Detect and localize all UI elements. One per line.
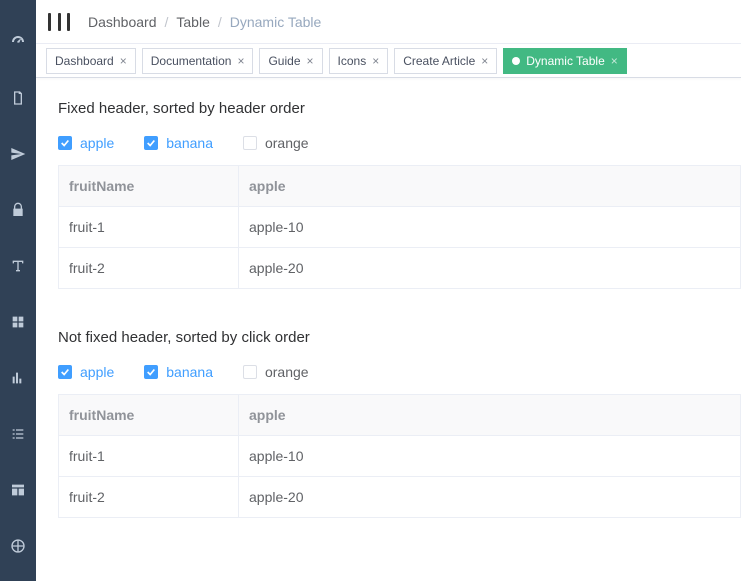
hamburger-icon[interactable] <box>48 11 70 33</box>
table-cell: fruit-1 <box>59 436 239 477</box>
list-icon[interactable] <box>0 406 36 462</box>
data-table: fruitNameapplefruit-1apple-10fruit-2appl… <box>58 394 741 518</box>
table-header-cell: fruitName <box>59 395 239 436</box>
breadcrumb-separator: / <box>218 14 222 30</box>
table-section: Not fixed header, sorted by click order a… <box>58 329 741 518</box>
send-icon[interactable] <box>0 126 36 182</box>
tab-active-dot <box>512 57 520 65</box>
checkbox-box <box>144 136 158 150</box>
document-icon[interactable] <box>0 70 36 126</box>
table-cell: fruit-2 <box>59 248 239 289</box>
dashboard-icon[interactable] <box>0 14 36 70</box>
section-title: Not fixed header, sorted by click order <box>58 329 741 346</box>
close-icon[interactable]: × <box>611 54 618 68</box>
tab[interactable]: Dynamic Table × <box>503 48 627 74</box>
tab[interactable]: Guide × <box>259 48 322 74</box>
crosshair-icon[interactable] <box>0 518 36 574</box>
checkbox[interactable]: apple <box>58 135 114 151</box>
checkbox-box <box>243 365 257 379</box>
checkbox-label: orange <box>265 364 309 380</box>
breadcrumb: Dashboard / Table / Dynamic Table <box>88 14 321 30</box>
checkbox[interactable]: orange <box>243 135 309 151</box>
data-table: fruitNameapplefruit-1apple-10fruit-2appl… <box>58 165 741 289</box>
breadcrumb-item[interactable]: Table <box>176 14 209 30</box>
breadcrumb-separator: / <box>165 14 169 30</box>
tab-label: Guide <box>268 54 300 68</box>
content: Fixed header, sorted by header order appl… <box>36 78 741 581</box>
checkbox[interactable]: apple <box>58 364 114 380</box>
tab[interactable]: Documentation × <box>142 48 254 74</box>
close-icon[interactable]: × <box>372 54 379 68</box>
table-icon[interactable] <box>0 462 36 518</box>
breadcrumb-item[interactable]: Dashboard <box>88 14 157 30</box>
checkbox-label: banana <box>166 135 213 151</box>
tab-label: Icons <box>338 54 367 68</box>
table-header-cell: apple <box>239 166 741 207</box>
close-icon[interactable]: × <box>307 54 314 68</box>
checkbox-box <box>58 136 72 150</box>
table-header-cell: fruitName <box>59 166 239 207</box>
tab-label: Dashboard <box>55 54 114 68</box>
tab-label: Create Article <box>403 54 475 68</box>
checkbox-label: apple <box>80 135 114 151</box>
checkbox-box <box>243 136 257 150</box>
table-section: Fixed header, sorted by header order appl… <box>58 100 741 289</box>
tab[interactable]: Icons × <box>329 48 389 74</box>
lock-icon[interactable] <box>0 182 36 238</box>
table-cell: fruit-1 <box>59 207 239 248</box>
components-icon[interactable] <box>0 294 36 350</box>
checkbox[interactable]: banana <box>144 135 213 151</box>
checkbox-label: banana <box>166 364 213 380</box>
table-header-row: fruitNameapple <box>59 166 741 207</box>
table-row: fruit-1apple-10 <box>59 436 741 477</box>
checkbox-label: apple <box>80 364 114 380</box>
tab[interactable]: Dashboard × <box>46 48 136 74</box>
table-cell: apple-20 <box>239 477 741 518</box>
checkbox-box <box>58 365 72 379</box>
tabs-bar: Dashboard×Documentation×Guide×Icons×Crea… <box>36 44 741 78</box>
table-cell: apple-20 <box>239 248 741 289</box>
checkbox-group: apple banana orange <box>58 135 741 151</box>
table-row: fruit-1apple-10 <box>59 207 741 248</box>
breadcrumb-item: Dynamic Table <box>230 14 322 30</box>
close-icon[interactable]: × <box>120 54 127 68</box>
table-header-cell: apple <box>239 395 741 436</box>
sidebar <box>0 0 36 581</box>
text-icon[interactable] <box>0 238 36 294</box>
checkbox-box <box>144 365 158 379</box>
section-title: Fixed header, sorted by header order <box>58 100 741 117</box>
table-row: fruit-2apple-20 <box>59 248 741 289</box>
checkbox-group: apple banana orange <box>58 364 741 380</box>
table-cell: apple-10 <box>239 436 741 477</box>
header: Dashboard / Table / Dynamic Table <box>36 0 741 44</box>
chart-icon[interactable] <box>0 350 36 406</box>
table-row: fruit-2apple-20 <box>59 477 741 518</box>
table-header-row: fruitNameapple <box>59 395 741 436</box>
checkbox[interactable]: banana <box>144 364 213 380</box>
close-icon[interactable]: × <box>237 54 244 68</box>
tab-label: Documentation <box>151 54 232 68</box>
tab[interactable]: Create Article × <box>394 48 497 74</box>
checkbox[interactable]: orange <box>243 364 309 380</box>
tab-label: Dynamic Table <box>526 54 604 68</box>
checkbox-label: orange <box>265 135 309 151</box>
table-cell: apple-10 <box>239 207 741 248</box>
close-icon[interactable]: × <box>481 54 488 68</box>
table-cell: fruit-2 <box>59 477 239 518</box>
